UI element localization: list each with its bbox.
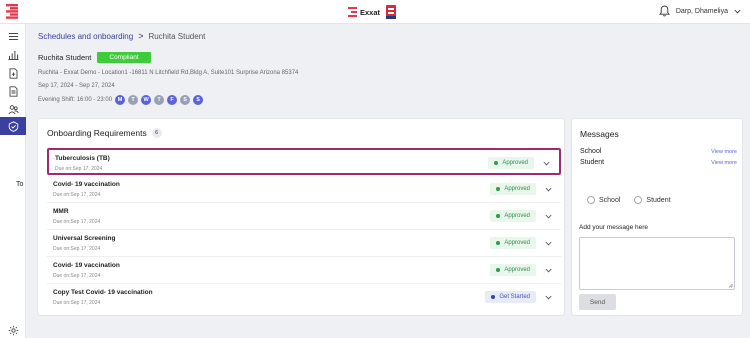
day-saturday: S [180, 95, 191, 105]
breadcrumb-current: Ruchita Student [148, 31, 206, 41]
user-area: Darp, Dhameliya [658, 5, 741, 17]
shift-label: Evening Shift: 16:00 - 23:00 [38, 97, 113, 103]
day-friday: F [167, 95, 178, 105]
requirement-name: Covid- 19 vaccination [53, 262, 120, 269]
onboarding-shield-icon[interactable] [0, 117, 26, 135]
brand: Exxat [348, 5, 397, 19]
breadcrumb-schedules-link[interactable]: Schedules and onboarding [38, 32, 133, 41]
recipient-school-radio[interactable]: School [587, 196, 620, 204]
document-add-icon[interactable] [0, 64, 26, 82]
document-icon[interactable] [0, 82, 26, 100]
chevron-down-icon[interactable] [545, 187, 552, 192]
status-badge: Approved [488, 157, 534, 169]
messages-student-row: Student View more [580, 159, 737, 166]
status-badge: Approved [490, 264, 536, 276]
status-badge: Approved [490, 210, 536, 222]
student-address: Ruchita - Exxat Demo - Location1 -16811 … [38, 70, 299, 76]
day-sunday: S [193, 95, 204, 105]
requirement-name: Tuberculosis (TB) [55, 155, 110, 162]
brand-mark-icon [348, 7, 357, 17]
view-more-school-link[interactable]: View more [711, 149, 737, 155]
exxat-logo-icon[interactable] [6, 4, 18, 19]
day-tuesday: T [128, 95, 139, 105]
shift-days: Evening Shift: 16:00 - 23:00 M T W T F S… [38, 95, 204, 105]
status-badge: Approved [490, 183, 536, 195]
resize-grip-icon[interactable] [728, 283, 733, 288]
requirement-due-date: Due on:Sep 17, 2024 [53, 273, 101, 279]
requirement-due-date: Due on:Sep 17, 2024 [53, 219, 101, 225]
chevron-down-icon[interactable] [545, 214, 552, 219]
requirement-name: MMR [53, 208, 69, 215]
date-range: Sep 17, 2024 - Sep 27, 2024 [38, 83, 115, 89]
requirements-count: 6 [151, 128, 162, 138]
chevron-down-icon[interactable] [545, 295, 552, 300]
messages-student-label: Student [580, 159, 605, 166]
onboarding-title: Onboarding Requirements 6 [47, 128, 162, 138]
message-textarea[interactable] [579, 237, 735, 290]
student-name: Ruchita Student [38, 53, 92, 62]
requirement-due-date: Due on:Sep 17, 2024 [53, 300, 101, 306]
requirement-row[interactable]: Copy Test Covid- 19 vaccination Due on:S… [47, 284, 561, 311]
requirement-row[interactable]: Covid- 19 vaccination Due on:Sep 17, 202… [47, 257, 561, 284]
requirement-name: Universal Screening [53, 235, 116, 242]
breadcrumb-separator: > [138, 31, 144, 41]
top-bar: Exxat Darp, Dhameliya [0, 0, 750, 24]
message-input-label: Add your message here [579, 224, 649, 231]
status-badge: Approved [490, 237, 536, 249]
chevron-down-icon[interactable] [734, 9, 741, 14]
send-button[interactable]: Send [579, 294, 616, 310]
messages-title: Messages [580, 129, 619, 139]
recipient-label: To [16, 181, 24, 188]
chevron-down-icon[interactable] [543, 161, 550, 166]
bell-icon[interactable] [658, 5, 670, 17]
day-thursday: T [154, 95, 165, 105]
requirement-row[interactable]: Covid- 19 vaccination Due on:Sep 17, 202… [47, 176, 561, 203]
student-header: Ruchita Student Compliant [38, 52, 151, 63]
requirement-row[interactable]: MMR Due on:Sep 17, 2024 Approved [47, 203, 561, 230]
recipient-student-radio[interactable]: Student [634, 196, 671, 204]
requirement-due-date: Due on:Sep 17, 2024 [53, 246, 101, 252]
requirement-row[interactable]: Universal Screening Due on:Sep 17, 2024 … [47, 230, 561, 257]
requirement-due-date: Due on:Sep 17, 2024 [55, 166, 103, 172]
messages-school-row: School View more [580, 148, 737, 155]
people-icon[interactable] [0, 100, 26, 118]
chevron-down-icon[interactable] [545, 268, 552, 273]
user-menu[interactable]: Darp, Dhameliya [676, 8, 728, 15]
requirement-row[interactable]: Tuberculosis (TB) Due on:Sep 17, 2024 Ap… [47, 148, 561, 175]
onboarding-requirements-card: Onboarding Requirements 6 Tuberculosis (… [37, 118, 565, 316]
chevron-down-icon[interactable] [545, 241, 552, 246]
day-monday: M [115, 95, 126, 105]
view-more-student-link[interactable]: View more [711, 160, 737, 166]
compliance-badge: Compliant [97, 52, 151, 63]
requirement-name: Copy Test Covid- 19 vaccination [53, 289, 153, 296]
brand-name: Exxat [360, 7, 381, 17]
settings-gear-icon[interactable] [0, 321, 26, 338]
menu-icon[interactable] [0, 27, 26, 45]
recipient-options: School Student [587, 196, 671, 204]
messages-school-label: School [580, 148, 602, 155]
analytics-icon[interactable] [0, 45, 26, 63]
breadcrumb: Schedules and onboarding > Ruchita Stude… [38, 31, 205, 41]
org-flag-icon [386, 5, 397, 19]
onboarding-title-text: Onboarding Requirements [47, 128, 147, 138]
day-wednesday: W [141, 95, 152, 105]
status-badge[interactable]: Get Started [485, 291, 536, 303]
requirement-name: Covid- 19 vaccination [53, 181, 120, 188]
requirement-due-date: Due on:Sep 17, 2024 [53, 192, 101, 198]
